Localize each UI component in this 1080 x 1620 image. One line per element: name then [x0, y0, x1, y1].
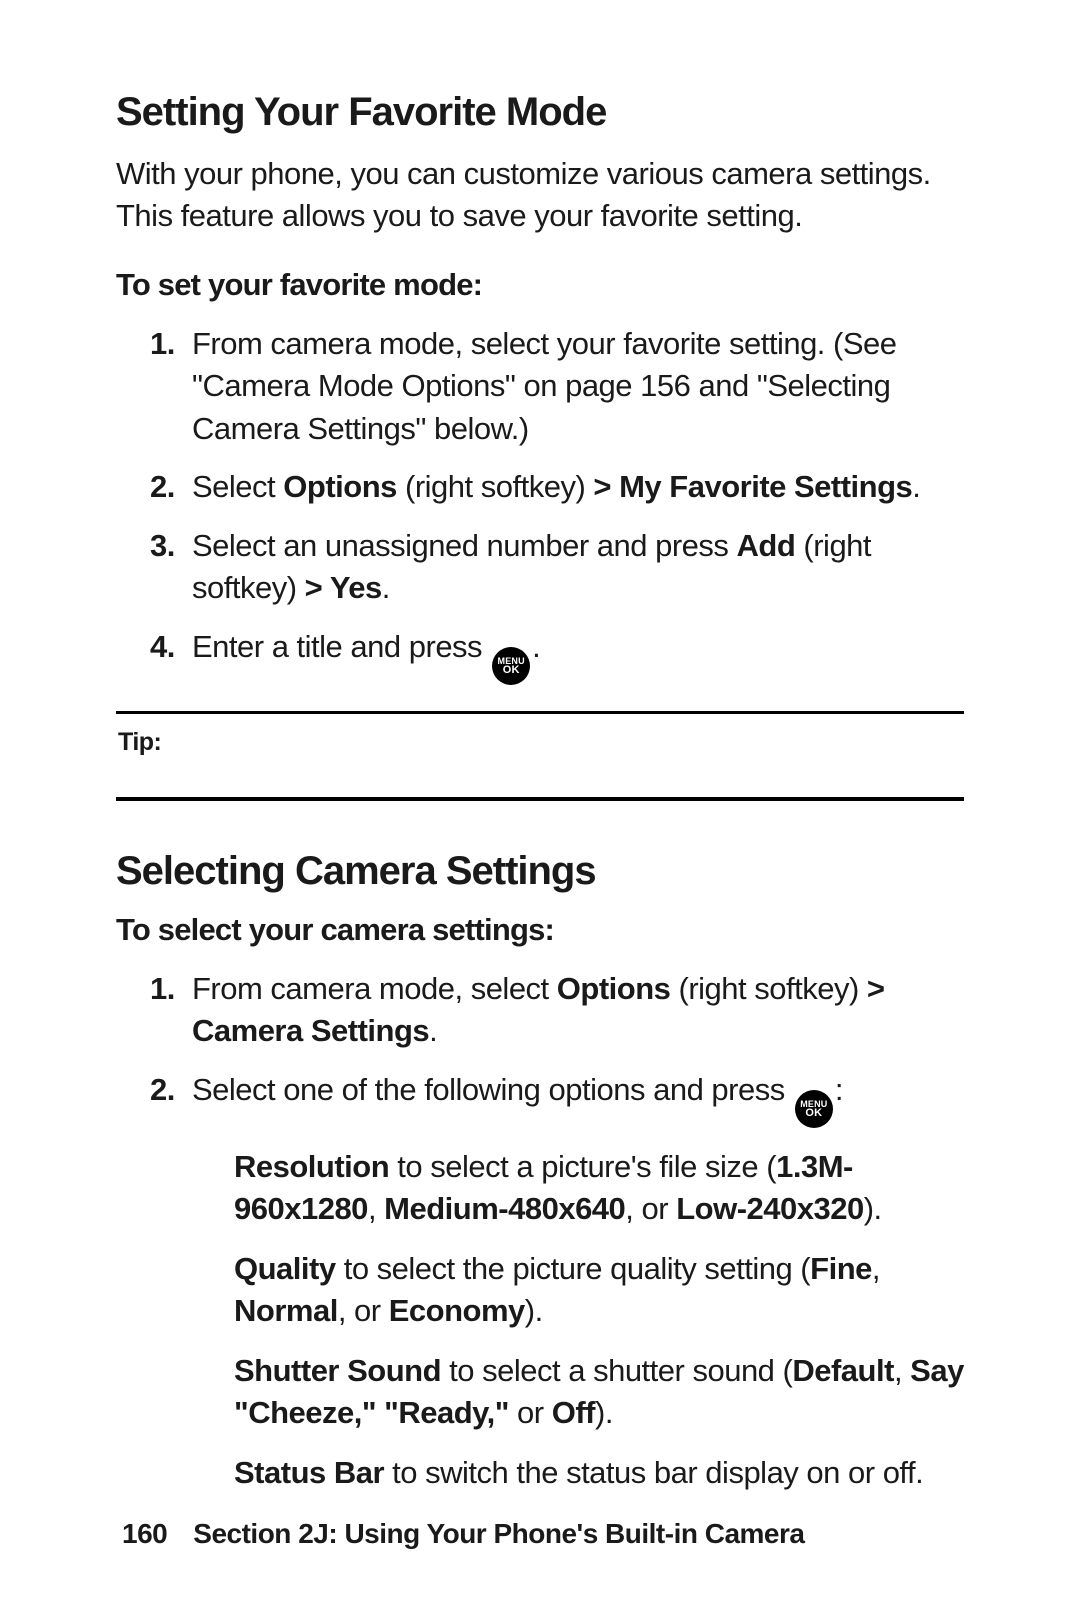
text: ,	[872, 1251, 880, 1286]
bold-value: ," "	[354, 1395, 399, 1430]
heading-favorite-mode: Setting Your Favorite Mode	[116, 90, 964, 135]
step-1: From camera mode, select Options (right …	[192, 968, 964, 1053]
text: .	[382, 570, 390, 605]
text: From camera mode, select	[192, 971, 557, 1006]
step-2: Select Options (right softkey) > My Favo…	[192, 466, 964, 508]
menu-ok-icon: MENUOK	[492, 647, 530, 685]
bold-statusbar: Status Bar	[234, 1455, 384, 1490]
text: , or	[338, 1293, 389, 1328]
tip-label: Tip:	[118, 728, 964, 757]
bold-value: Low-240x320	[676, 1191, 864, 1226]
icon-bot: OK	[503, 665, 520, 676]
text: :	[835, 1072, 843, 1107]
text: Enter a title and press	[192, 629, 490, 664]
text: ).	[595, 1395, 613, 1430]
lead-camera-settings: To select your camera settings:	[116, 912, 964, 948]
bold-options: Options	[557, 971, 671, 1006]
text: (right softkey)	[670, 971, 867, 1006]
bold-value: Normal	[234, 1293, 338, 1328]
page-footer: 160 Section 2J: Using Your Phone's Built…	[0, 1518, 1080, 1550]
menu-ok-icon: MENUOK	[795, 1090, 833, 1128]
bold-path: > My Favorite Settings	[593, 469, 912, 504]
bold-value: Ready	[398, 1395, 486, 1430]
bold-yes: > Yes	[305, 570, 382, 605]
bold-shutter: Shutter Sound	[234, 1353, 441, 1388]
bold-value: Fine	[810, 1251, 872, 1286]
text: Select one of the following options and …	[192, 1072, 793, 1107]
lead-favorite-mode: To set your favorite mode:	[116, 267, 964, 303]
text: ,	[894, 1353, 910, 1388]
text: to select the picture quality setting (	[336, 1251, 811, 1286]
bold-value: Economy	[389, 1293, 525, 1328]
bold-value: Medium-480x640	[384, 1191, 625, 1226]
text: .	[532, 629, 540, 664]
bold-options: Options	[283, 469, 397, 504]
divider	[116, 711, 964, 714]
text: to switch the status bar display on or o…	[384, 1455, 923, 1490]
text: , or	[625, 1191, 676, 1226]
bold-value: Off	[552, 1395, 595, 1430]
text: to select a shutter sound (	[441, 1353, 792, 1388]
text: or	[509, 1395, 552, 1430]
heading-camera-settings: Selecting Camera Settings	[116, 849, 964, 894]
steps-favorite-mode: From camera mode, select your favorite s…	[116, 323, 964, 685]
intro-favorite-mode: With your phone, you can customize vario…	[116, 153, 964, 237]
divider	[116, 797, 964, 801]
text: ).	[864, 1191, 882, 1226]
bold-value: Default	[792, 1353, 894, 1388]
step-1: From camera mode, select your favorite s…	[192, 323, 964, 450]
option-quality: Quality to select the picture quality se…	[234, 1248, 964, 1332]
page-number: 160	[122, 1518, 186, 1550]
text: .	[912, 469, 920, 504]
text: to select a picture's file size (	[389, 1149, 776, 1184]
text: Select	[192, 469, 283, 504]
option-list: Resolution to select a picture's file si…	[192, 1146, 964, 1493]
bold-quality: Quality	[234, 1251, 336, 1286]
step-4: Enter a title and press MENUOK.	[192, 626, 964, 686]
option-shutter-sound: Shutter Sound to select a shutter sound …	[234, 1350, 964, 1434]
text: Select an unassigned number and press	[192, 528, 737, 563]
footer-label: Section 2J: Using Your Phone's Built-in …	[193, 1518, 804, 1549]
steps-camera-settings: From camera mode, select Options (right …	[116, 968, 964, 1493]
step-3: Select an unassigned number and press Ad…	[192, 525, 964, 610]
manual-page: Setting Your Favorite Mode With your pho…	[0, 0, 1080, 1620]
text: .	[429, 1013, 437, 1048]
text: ,	[368, 1191, 384, 1226]
option-status-bar: Status Bar to switch the status bar disp…	[234, 1452, 964, 1494]
option-resolution: Resolution to select a picture's file si…	[234, 1146, 964, 1230]
text: ).	[525, 1293, 543, 1328]
text: (right softkey)	[397, 469, 594, 504]
step-2: Select one of the following options and …	[192, 1069, 964, 1493]
bold-add: Add	[737, 528, 796, 563]
bold-resolution: Resolution	[234, 1149, 389, 1184]
bold-value: ,"	[487, 1395, 509, 1430]
icon-bot: OK	[805, 1108, 822, 1119]
